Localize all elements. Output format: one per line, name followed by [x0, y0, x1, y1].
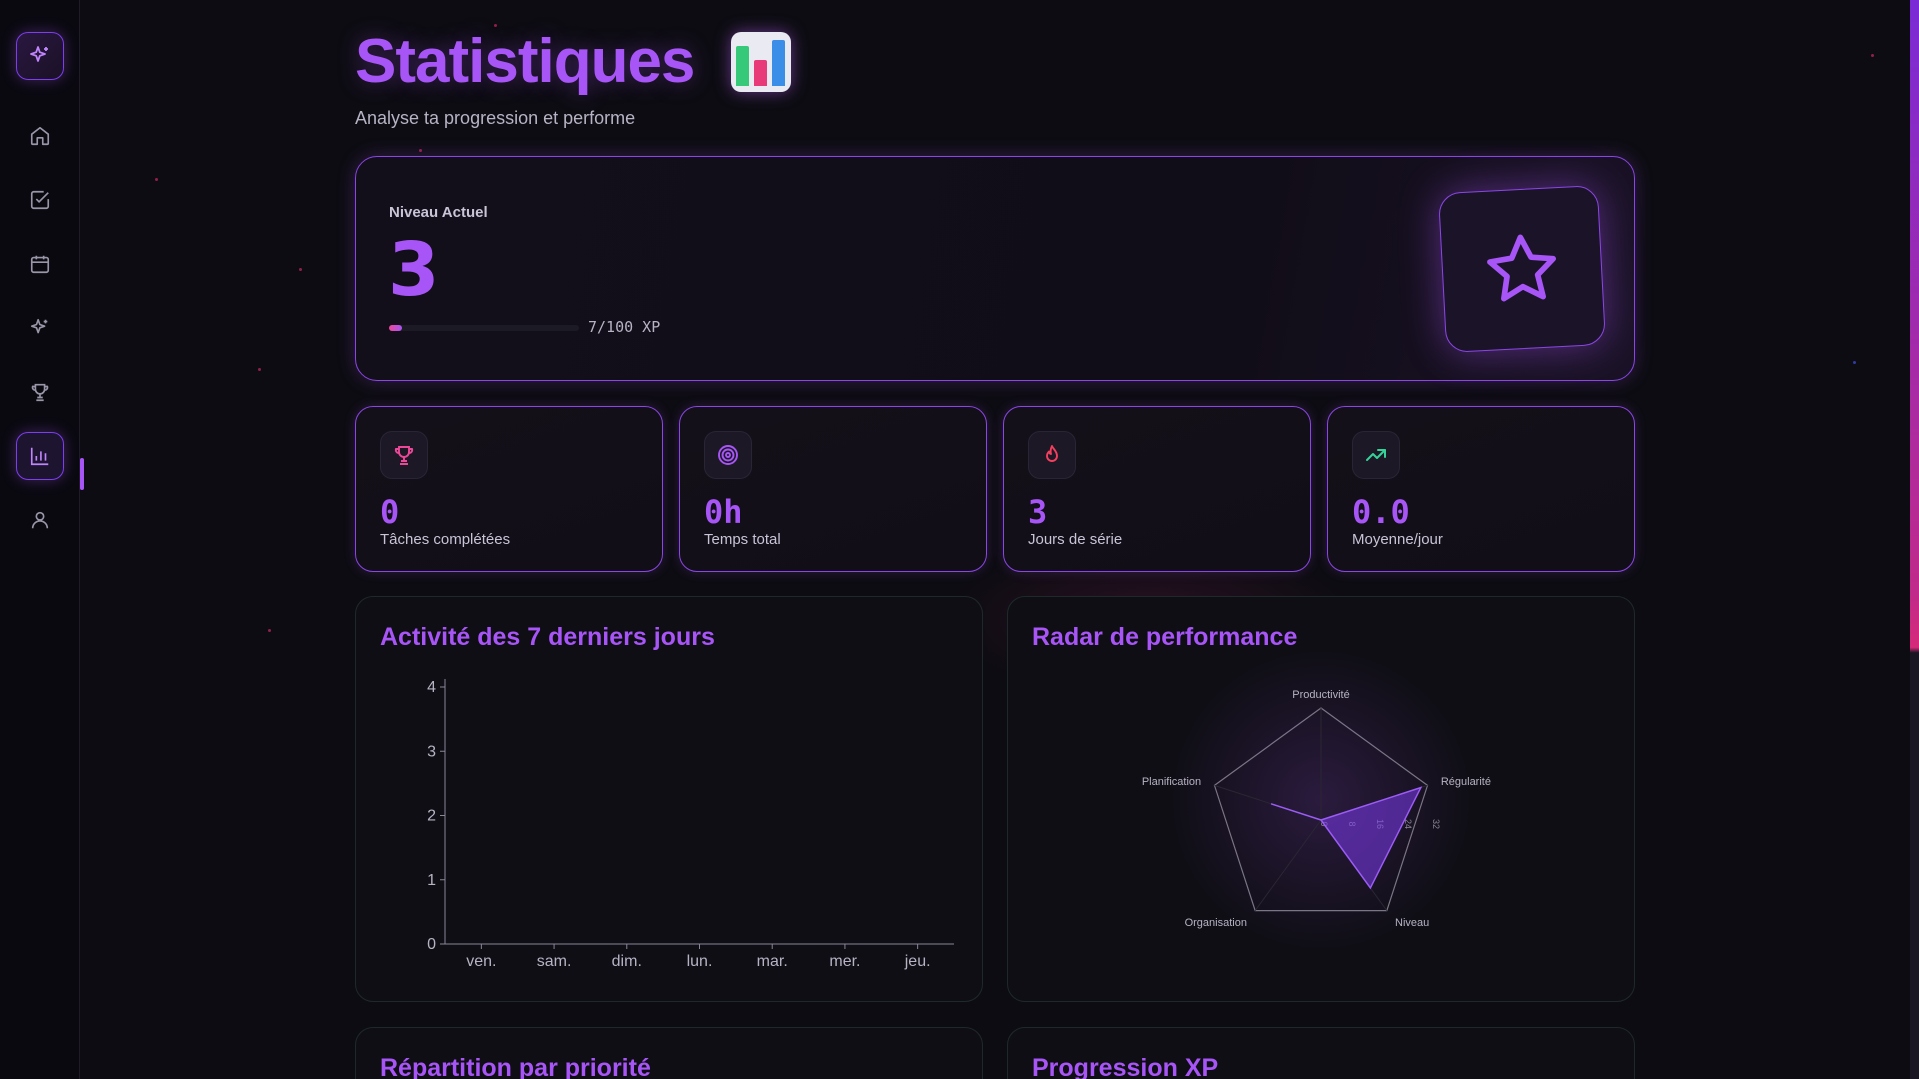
performance-radar-chart: Productivité Régularité Niveau Organisation…: [1142, 650, 1491, 950]
stat-card-time: 0h Temps total: [679, 406, 987, 572]
stat-label: Moyenne/jour: [1352, 531, 1443, 548]
sidebar: [0, 0, 80, 1079]
trophy-icon: [394, 446, 414, 465]
active-nav-indicator: [80, 458, 84, 490]
sidebar-item-home[interactable]: [16, 112, 64, 160]
radar-tick-label: 32: [1431, 819, 1441, 829]
xp-text: 7/100 XP: [588, 318, 661, 336]
sidebar-item-statistics[interactable]: [16, 432, 64, 480]
level-card: Niveau Actuel 3 7/100 XP: [355, 156, 1635, 381]
home-icon: [30, 126, 50, 146]
x-tick-label: mer.: [829, 953, 860, 970]
card-title: Répartition par priorité: [380, 1054, 651, 1079]
page-title: Statistiques: [355, 27, 695, 96]
decor-dot: [299, 268, 302, 271]
sidebar-item-calendar[interactable]: [16, 240, 64, 288]
radar-chart-card: Radar de performance Productivité Régular…: [1007, 596, 1635, 1002]
x-tick-label: sam.: [537, 953, 572, 970]
stat-label: Tâches complétées: [380, 531, 511, 548]
decor-dot: [258, 368, 261, 371]
page-subtitle: Analyse ta progression et performe: [355, 108, 636, 128]
priority-chart-card: Répartition par priorité: [355, 1027, 983, 1079]
stat-value: 0.0: [1352, 493, 1410, 531]
stat-value: 0h: [704, 493, 743, 531]
check-square-icon: [30, 190, 50, 210]
stat-icon-box: [1028, 431, 1076, 479]
x-tick-label: jeu.: [904, 953, 931, 970]
stat-card-tasks: 0 Tâches complétées: [355, 406, 663, 572]
y-tick-label: 3: [427, 743, 436, 760]
stat-icon-box: [1352, 431, 1400, 479]
stat-icon-box: [704, 431, 752, 479]
activity-chart-card: Activité des 7 derniers jours 0 1 2 3 4 ven. s…: [355, 596, 983, 1002]
stat-label: Jours de série: [1028, 531, 1123, 548]
radar-axis-label: Régularité: [1441, 776, 1491, 788]
stat-icon-box: [380, 431, 428, 479]
sidebar-item-profile[interactable]: [16, 496, 64, 544]
trending-up-icon: [1366, 449, 1386, 461]
sparkles-icon: [30, 318, 48, 334]
radar-axis-label: Planification: [1142, 776, 1201, 788]
sparkles-icon: [30, 46, 48, 62]
sidebar-item-ai[interactable]: [16, 304, 64, 352]
decor-dot: [155, 178, 158, 181]
decor-dot: [268, 629, 271, 632]
decor-dot: [419, 149, 422, 152]
app-logo-button[interactable]: [16, 32, 64, 80]
bar-chart-emoji-icon: [731, 32, 791, 92]
activity-bar-chart: 0 1 2 3 4 ven. sam. dim. lun. mar. mer. jeu.: [427, 679, 954, 970]
decor-dot: [1853, 361, 1856, 364]
x-tick-label: mar.: [757, 953, 788, 970]
stat-value: 0: [380, 493, 400, 531]
xp-progress-fill: [389, 325, 403, 331]
y-tick-label: 4: [427, 679, 436, 696]
scrollbar[interactable]: [1910, 0, 1919, 1079]
y-tick-label: 1: [427, 872, 436, 889]
x-tick-label: dim.: [612, 953, 642, 970]
y-tick-label: 0: [427, 936, 436, 953]
radar-axis-label: Niveau: [1395, 917, 1429, 929]
calendar-icon: [30, 255, 50, 274]
stat-card-streak: 3 Jours de série: [1003, 406, 1311, 572]
sidebar-item-achievements[interactable]: [16, 368, 64, 416]
sidebar-item-tasks[interactable]: [16, 176, 64, 224]
x-tick-label: ven.: [466, 953, 496, 970]
user-icon: [31, 511, 49, 529]
stat-label: Temps total: [704, 531, 781, 548]
xp-progress-chart-card: Progression XP: [1007, 1027, 1635, 1079]
decor-dot: [1871, 54, 1874, 57]
card-title: Progression XP: [1032, 1054, 1219, 1079]
stat-card-average: 0.0 Moyenne/jour: [1327, 406, 1635, 572]
stat-value: 3: [1028, 493, 1048, 531]
y-tick-label: 2: [427, 808, 436, 825]
bar-chart-icon: [30, 447, 49, 466]
level-value: 3: [388, 227, 440, 313]
star-icon: [1487, 234, 1557, 302]
level-label: Niveau Actuel: [389, 204, 488, 221]
target-icon: [718, 445, 738, 465]
xp-progress-bar: [389, 325, 579, 331]
flame-icon: [1046, 445, 1058, 462]
trophy-icon: [31, 383, 49, 402]
level-badge: [1437, 184, 1607, 354]
radar-axis-label: Organisation: [1185, 917, 1247, 929]
x-tick-label: lun.: [687, 953, 713, 970]
radar-axis-label: Productivité: [1292, 689, 1349, 701]
